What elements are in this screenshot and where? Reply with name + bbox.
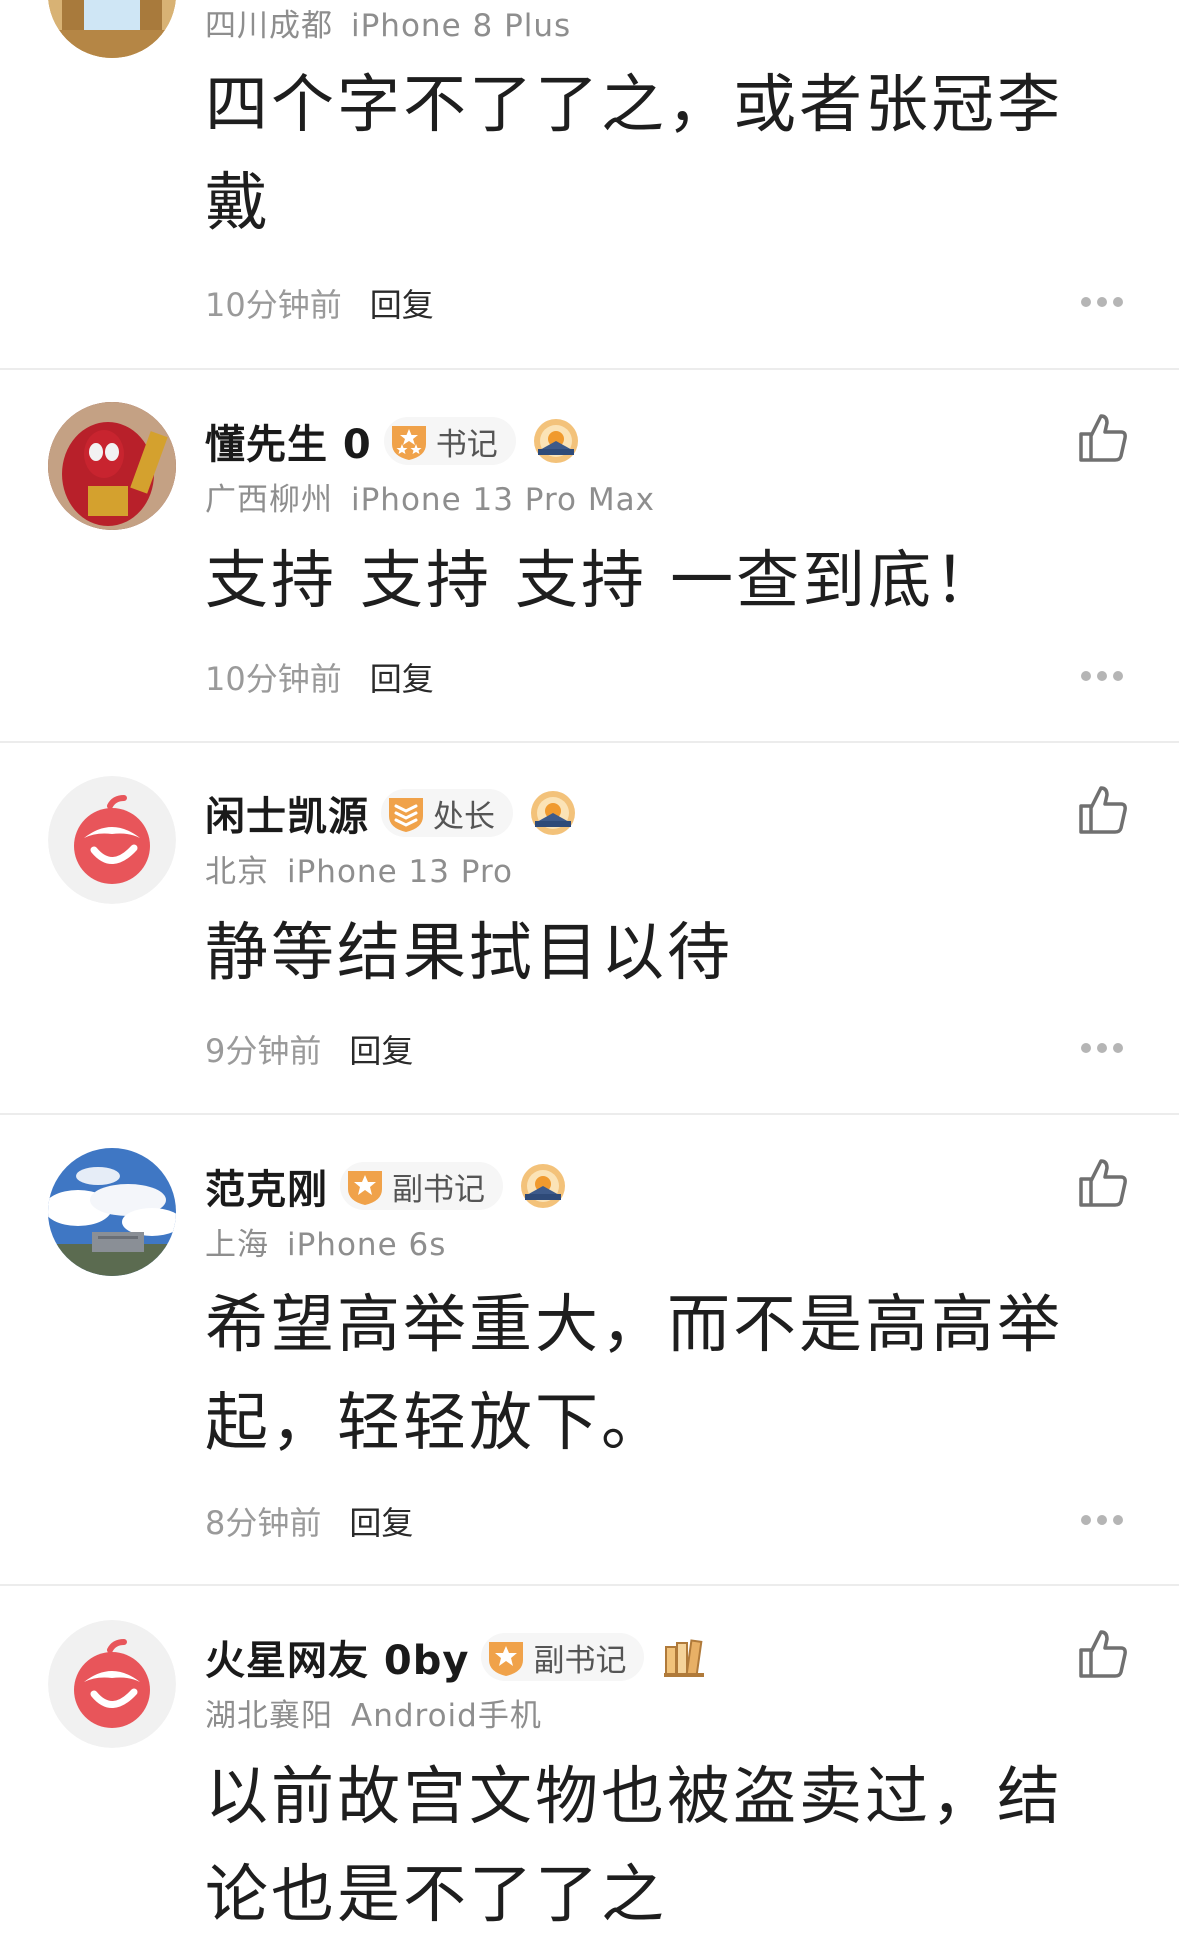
user-name-row: 范克刚 副书记 (205, 1157, 567, 1215)
location: 湖北襄阳 (205, 1698, 333, 1734)
device: iPhone 8 Plus (351, 8, 572, 44)
location: 广西柳州 (205, 482, 333, 518)
rank-shield-icon (489, 1642, 524, 1676)
thumbs-up-icon[interactable] (1075, 1155, 1129, 1209)
rank-label: 处长 (433, 798, 495, 835)
comment-footer: 9分钟前 回复 (205, 1026, 413, 1072)
more-dots-icon[interactable] (1080, 1514, 1124, 1526)
avatar[interactable] (48, 1620, 176, 1748)
location: 四川成都 (205, 8, 333, 44)
more-dots-icon[interactable] (1080, 296, 1124, 308)
comment-meta: 湖北襄阳 Android手机 (205, 1690, 542, 1735)
rank-label: 副书记 (392, 1171, 485, 1208)
timestamp: 8分钟前 (205, 1504, 322, 1542)
avatar[interactable] (48, 0, 176, 58)
comment-footer: 10分钟前 回复 (205, 654, 434, 700)
comment-meta: 北京 iPhone 13 Pro (205, 846, 513, 891)
timestamp: 10分钟前 (205, 660, 342, 698)
sunrise-badge-icon[interactable] (532, 417, 580, 465)
username[interactable]: 火星网友 0by (205, 1628, 469, 1686)
comment-footer: 8分钟前 回复 (205, 1498, 413, 1544)
avatar[interactable] (48, 776, 176, 904)
comment-text: 静等结果拭目以待 (205, 916, 733, 989)
more-dots-icon[interactable] (1080, 1042, 1124, 1054)
avatar[interactable] (48, 1148, 176, 1276)
divider (0, 1584, 1179, 1586)
divider (0, 1113, 1179, 1115)
comment-footer: 10分钟前 回复 (205, 280, 434, 326)
device: iPhone 6s (287, 1227, 447, 1263)
thumbs-up-icon[interactable] (1075, 410, 1129, 464)
location: 上海 (205, 1227, 269, 1263)
comment-text: 以前故宫文物也被盗卖过，结论也是不了了之 (205, 1760, 1063, 1931)
rank-tag[interactable]: 处长 (381, 789, 513, 837)
rank-shield-icon (389, 798, 423, 832)
device: iPhone 13 Pro (287, 854, 513, 890)
comment-text: 希望高举重大，而不是高高举起，轻轻放下。 (205, 1288, 1063, 1459)
device: iPhone 13 Pro Max (351, 482, 655, 518)
reply-button[interactable]: 回复 (349, 1504, 413, 1542)
reply-button[interactable]: 回复 (370, 660, 434, 698)
comment-meta: 四川成都 iPhone 8 Plus (205, 0, 571, 45)
comment-text: 四个字不了了之，或者张冠李戴 (205, 68, 1063, 239)
user-name-row: 火星网友 0by 副书记 (205, 1628, 708, 1686)
rank-tag[interactable]: 书记 (383, 417, 516, 465)
reply-button[interactable]: 回复 (349, 1032, 413, 1070)
rank-label: 副书记 (533, 1642, 627, 1679)
reply-button[interactable]: 回复 (370, 286, 434, 324)
rank-shield-icon (391, 426, 426, 460)
timestamp: 9分钟前 (205, 1032, 322, 1070)
comment-meta: 上海 iPhone 6s (205, 1219, 446, 1264)
device: Android手机 (351, 1698, 542, 1734)
user-name-row: 懂先生 0 书记 (205, 412, 580, 470)
user-name-row: 闲士凯源 处长 (205, 784, 577, 842)
books-badge-icon[interactable] (660, 1633, 708, 1681)
rank-tag[interactable]: 副书记 (340, 1162, 503, 1210)
comment-meta: 广西柳州 iPhone 13 Pro Max (205, 474, 655, 519)
location: 北京 (205, 854, 269, 890)
sunrise-badge-icon[interactable] (529, 789, 577, 837)
sunrise-badge-icon[interactable] (519, 1162, 567, 1210)
thumbs-up-icon[interactable] (1075, 1626, 1129, 1680)
divider (0, 368, 1179, 370)
timestamp: 10分钟前 (205, 286, 342, 324)
rank-label: 书记 (435, 426, 498, 463)
rank-shield-icon (348, 1171, 382, 1205)
username[interactable]: 闲士凯源 (205, 784, 369, 842)
username[interactable]: 懂先生 0 (205, 412, 372, 470)
username[interactable]: 范克刚 (205, 1157, 328, 1215)
divider (0, 741, 1179, 743)
rank-tag[interactable]: 副书记 (481, 1633, 645, 1681)
thumbs-up-icon[interactable] (1075, 782, 1129, 836)
avatar[interactable] (48, 402, 176, 530)
more-dots-icon[interactable] (1080, 670, 1124, 682)
comment-text: 支持 支持 支持 一查到底！ (205, 544, 1001, 617)
